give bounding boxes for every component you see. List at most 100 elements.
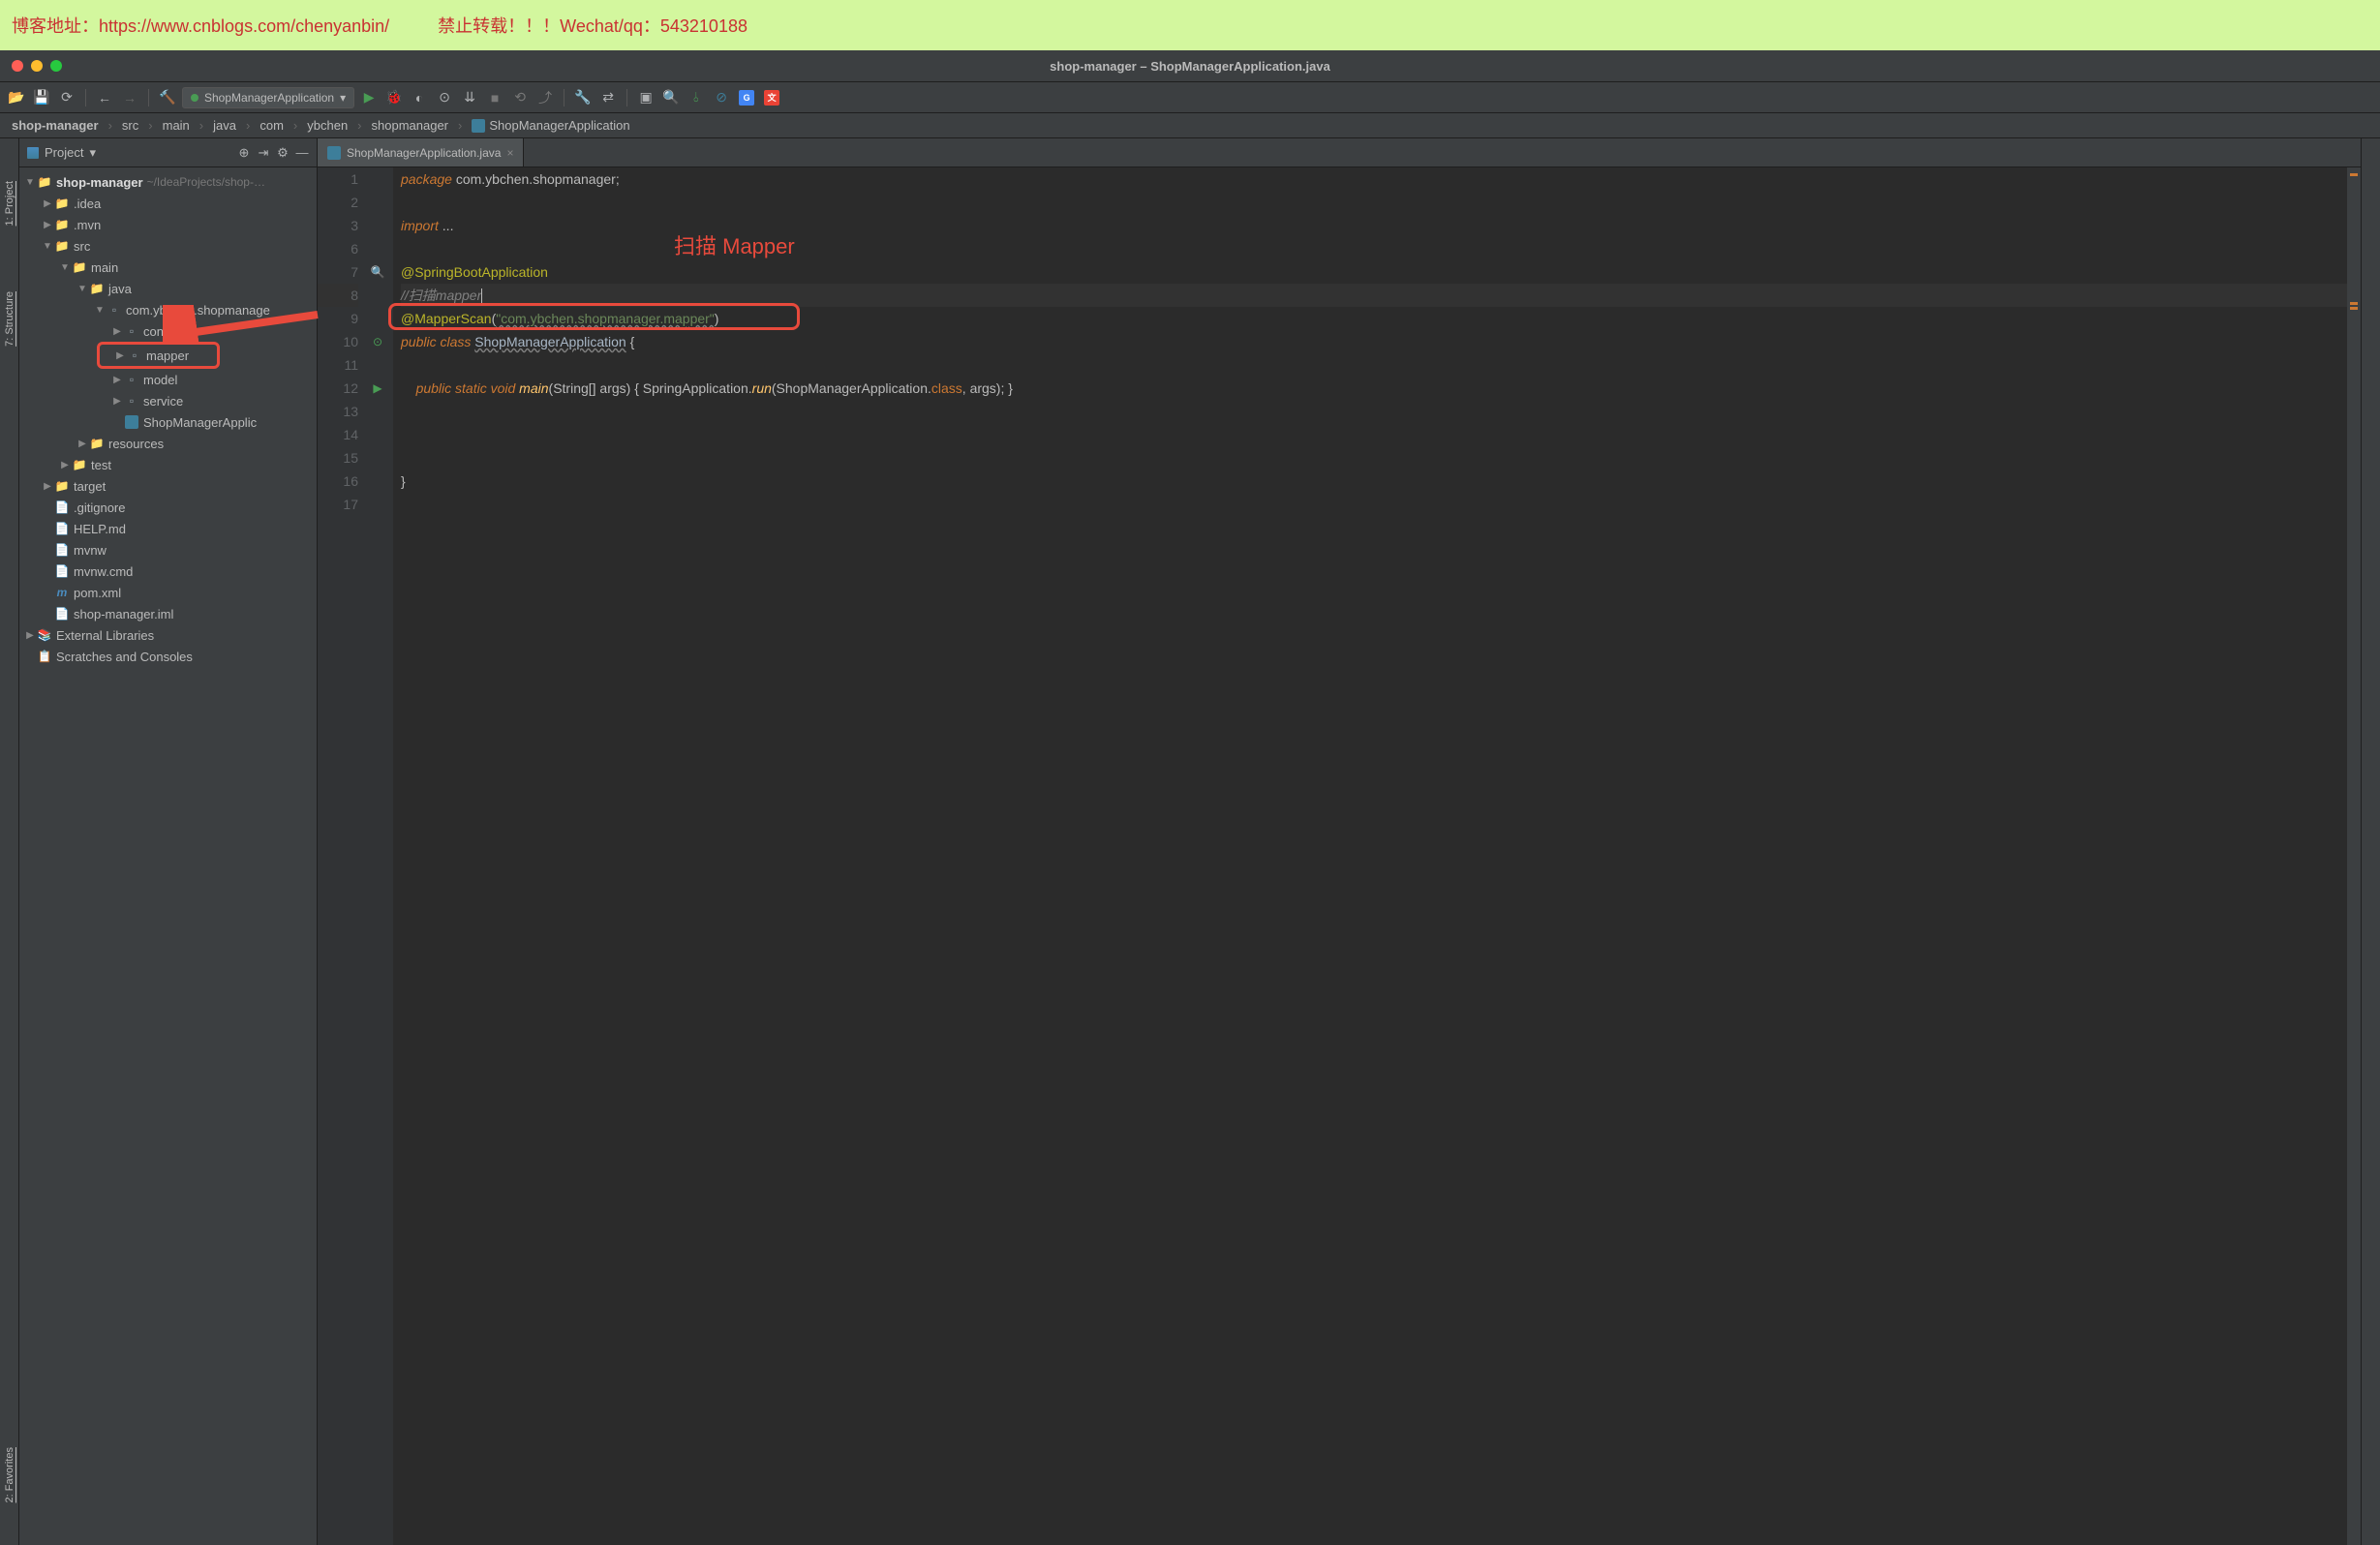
chevron-right-icon: › xyxy=(293,118,297,133)
line-number-gutter: 1 2 3 6 7 8 9 10 11 12 13 14 15 16 17 xyxy=(318,167,366,1545)
debug-icon[interactable]: 🐞 xyxy=(383,87,405,108)
tree-node-src[interactable]: ▼📁src xyxy=(19,235,317,257)
dropdown-arrow-icon: ▾ xyxy=(89,145,96,161)
stop-icon[interactable]: ■ xyxy=(484,87,505,108)
project-tree[interactable]: ▼📁 shop-manager ~/IdeaProjects/shop-… ▶📁… xyxy=(19,167,317,1545)
minimize-window-button[interactable] xyxy=(31,60,43,72)
tree-node-root[interactable]: ▼📁 shop-manager ~/IdeaProjects/shop-… xyxy=(19,171,317,193)
toolbar-separator xyxy=(148,89,149,106)
sync-icon[interactable]: ⇄ xyxy=(597,87,619,108)
code-content[interactable]: package com.ybchen.shopmanager; import .… xyxy=(393,167,2347,1545)
project-icon xyxy=(27,147,39,159)
mapper-highlight-annotation: ▶▫mapper xyxy=(97,342,220,369)
project-tool-window: Project ▾ ⊕ ⇥ ⚙ — ▼📁 shop-manager ~/Idea… xyxy=(19,138,318,1545)
favorites-tool-tab[interactable]: 2: Favorites xyxy=(2,1443,17,1506)
collapse-icon[interactable]: ⇥ xyxy=(257,146,270,160)
watermark-banner: 博客地址：https://www.cnblogs.com/chenyanbin/… xyxy=(0,0,2380,50)
window-controls xyxy=(0,60,62,72)
breadcrumb-item[interactable]: ybchen xyxy=(301,116,353,135)
search-icon[interactable]: 🔍 xyxy=(660,87,682,108)
tree-node-java[interactable]: ▼📁java xyxy=(19,278,317,299)
tree-node-help[interactable]: 📄HELP.md xyxy=(19,518,317,539)
locate-icon[interactable]: ⊕ xyxy=(237,146,251,160)
tree-node-test[interactable]: ▶📁test xyxy=(19,454,317,475)
tree-node-ext-libraries[interactable]: ▶📚External Libraries xyxy=(19,624,317,646)
close-window-button[interactable] xyxy=(12,60,23,72)
left-tool-strip: 1: Project 7: Structure 2: Favorites xyxy=(0,138,19,1545)
structure-tool-tab[interactable]: 7: Structure xyxy=(2,288,17,350)
profile-icon[interactable]: ⊙ xyxy=(434,87,455,108)
breadcrumb-item[interactable]: shopmanager xyxy=(366,116,455,135)
tree-node-mapper[interactable]: ▶▫mapper xyxy=(100,345,217,366)
java-class-icon xyxy=(327,146,341,160)
activity-icon[interactable]: ⫰ xyxy=(686,87,707,108)
circle-slash-icon[interactable]: ⊘ xyxy=(711,87,732,108)
close-tab-icon[interactable]: × xyxy=(506,146,513,160)
text-cursor xyxy=(481,288,482,304)
build-icon[interactable]: 🔨 xyxy=(157,87,178,108)
run-icon[interactable]: ▶ xyxy=(358,87,380,108)
tree-node-iml[interactable]: 📄shop-manager.iml xyxy=(19,603,317,624)
tree-node-resources[interactable]: ▶📁resources xyxy=(19,433,317,454)
back-icon[interactable]: ← xyxy=(94,87,115,108)
tree-node-mvn[interactable]: ▶📁.mvn xyxy=(19,214,317,235)
tree-node-package[interactable]: ▼▫com.ybchen.shopmanage xyxy=(19,299,317,320)
gear-icon[interactable]: ⚙ xyxy=(276,146,290,160)
tree-node-scratches[interactable]: 📋Scratches and Consoles xyxy=(19,646,317,667)
refresh-icon[interactable]: ⟳ xyxy=(56,87,77,108)
translate-icon[interactable]: G xyxy=(736,87,757,108)
project-panel-header: Project ▾ ⊕ ⇥ ⚙ — xyxy=(19,138,317,167)
run-main-gutter-icon[interactable]: ▶ xyxy=(370,380,385,396)
tree-node-idea[interactable]: ▶📁.idea xyxy=(19,193,317,214)
search-gutter-icon[interactable]: 🔍 xyxy=(370,264,385,280)
editor-tab-active[interactable]: ShopManagerApplication.java × xyxy=(318,138,524,167)
tree-node-gitignore[interactable]: 📄.gitignore xyxy=(19,497,317,518)
breadcrumb-item[interactable]: src xyxy=(116,116,144,135)
spring-boot-icon xyxy=(191,94,198,102)
tree-node-controller[interactable]: ▶▫controller xyxy=(19,320,317,342)
tree-node-app-class[interactable]: ShopManagerApplic xyxy=(19,411,317,433)
navigation-breadcrumb: shop-manager › src › main › java › com ›… xyxy=(0,113,2380,138)
breadcrumb-item[interactable]: shop-manager xyxy=(6,116,105,135)
project-panel-title[interactable]: Project ▾ xyxy=(27,145,231,161)
right-tool-strip xyxy=(2361,138,2380,1545)
editor-tab-bar: ShopManagerApplication.java × xyxy=(318,138,2361,167)
presentation-icon[interactable]: ▣ xyxy=(635,87,656,108)
project-tool-tab[interactable]: 1: Project xyxy=(2,177,17,229)
editor-tab-label: ShopManagerApplication.java xyxy=(347,146,501,160)
error-stripe[interactable] xyxy=(2347,167,2361,1545)
chevron-right-icon: › xyxy=(108,118,112,133)
attach-icon[interactable]: ⇊ xyxy=(459,87,480,108)
breadcrumb-item[interactable]: main xyxy=(157,116,196,135)
breadcrumb-item[interactable]: ShopManagerApplication xyxy=(466,116,635,135)
breadcrumb-item[interactable]: com xyxy=(254,116,290,135)
open-icon[interactable]: 📂 xyxy=(6,87,27,108)
tree-node-target[interactable]: ▶📁target xyxy=(19,475,317,497)
editor-area: ShopManagerApplication.java × 1 2 3 6 7 … xyxy=(318,138,2361,1545)
toolbar-separator xyxy=(626,89,627,106)
window-titlebar: shop-manager – ShopManagerApplication.ja… xyxy=(0,50,2380,82)
save-icon[interactable]: 💾 xyxy=(31,87,52,108)
tree-node-pom[interactable]: mpom.xml xyxy=(19,582,317,603)
tree-node-model[interactable]: ▶▫model xyxy=(19,369,317,390)
tree-node-mvnw[interactable]: 📄mvnw xyxy=(19,539,317,560)
blog-url: 博客地址：https://www.cnblogs.com/chenyanbin/ xyxy=(12,13,389,38)
forward-icon[interactable]: → xyxy=(119,87,140,108)
tree-node-mvnw-cmd[interactable]: 📄mvnw.cmd xyxy=(19,560,317,582)
run-gutter-icon[interactable]: ⊙ xyxy=(370,334,385,349)
tree-node-main[interactable]: ▼📁main xyxy=(19,257,317,278)
exit-icon[interactable]: ⤴ xyxy=(534,87,556,108)
run-configuration-selector[interactable]: ShopManagerApplication ▾ xyxy=(182,87,354,108)
breadcrumb-item[interactable]: java xyxy=(207,116,242,135)
chevron-right-icon: › xyxy=(246,118,250,133)
maximize-window-button[interactable] xyxy=(50,60,62,72)
hide-icon[interactable]: — xyxy=(295,146,309,160)
chevron-right-icon: › xyxy=(148,118,152,133)
wrench-icon[interactable]: 🔧 xyxy=(572,87,594,108)
code-editor[interactable]: 1 2 3 6 7 8 9 10 11 12 13 14 15 16 17 🔍 … xyxy=(318,167,2361,1545)
translate2-icon[interactable]: 文 xyxy=(761,87,782,108)
rerun-icon[interactable]: ⟲ xyxy=(509,87,531,108)
dropdown-arrow-icon: ▾ xyxy=(340,91,346,105)
coverage-icon[interactable]: ◐ xyxy=(409,87,430,108)
tree-node-service[interactable]: ▶▫service xyxy=(19,390,317,411)
